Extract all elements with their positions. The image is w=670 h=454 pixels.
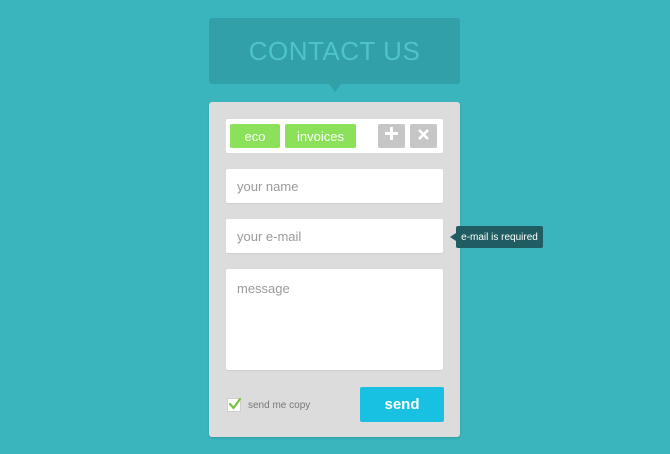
add-tag-button[interactable] (378, 124, 405, 148)
send-button[interactable]: send (360, 387, 444, 422)
header-pointer (329, 84, 341, 92)
page-title: CONTACT US (248, 35, 421, 66)
tag-label: eco (244, 128, 266, 144)
tag-label: invoices (297, 128, 344, 144)
tag-eco[interactable]: eco (230, 124, 280, 148)
name-field[interactable] (226, 169, 443, 203)
tag-invoices[interactable]: invoices (285, 124, 356, 148)
send-copy-checkbox[interactable] (227, 397, 242, 412)
contact-header: CONTACT US (209, 18, 460, 84)
send-copy-label: send me copy (248, 399, 311, 411)
email-field[interactable] (226, 219, 443, 253)
tag-bar: eco invoices (226, 119, 443, 153)
close-icon (418, 127, 429, 145)
plus-icon (385, 127, 398, 145)
contact-form-card: eco invoices your name your e-mail messa… (209, 102, 460, 437)
email-error-text: e-mail is required (461, 231, 538, 243)
email-error-tooltip: e-mail is required (456, 226, 543, 248)
contact-form-page: CONTACT US eco invoices your name your e… (0, 0, 670, 454)
send-copy-option[interactable]: send me copy (227, 397, 310, 413)
clear-tags-button[interactable] (410, 124, 437, 148)
message-field[interactable] (226, 269, 443, 370)
